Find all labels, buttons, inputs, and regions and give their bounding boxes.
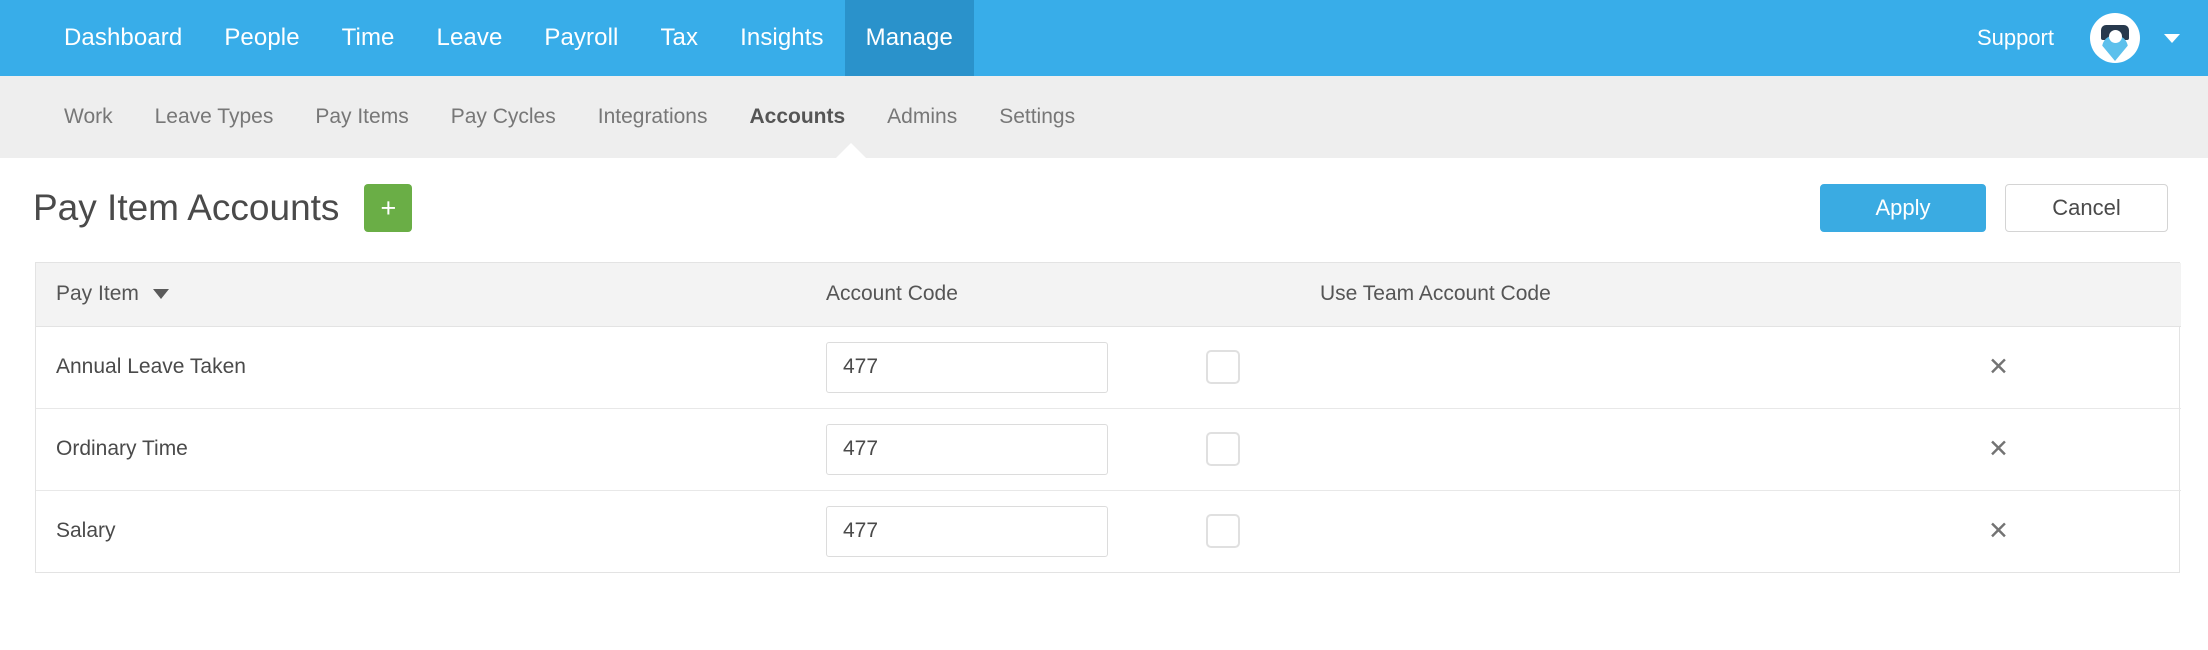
- account-code-input[interactable]: [826, 341, 1108, 393]
- subnav-item-pay-cycles[interactable]: Pay Cycles: [430, 105, 577, 129]
- account-code-input[interactable]: [826, 505, 1108, 557]
- table-header: Pay Item Account Code Use Team Account C…: [36, 263, 2181, 327]
- cell-actions: ✕: [1826, 326, 2181, 409]
- account-code-input[interactable]: [826, 423, 1108, 475]
- column-header-use-team-account-code: Use Team Account Code: [1186, 263, 1826, 327]
- nav-item-insights[interactable]: Insights: [719, 0, 845, 76]
- column-header-pay-item[interactable]: Pay Item: [36, 263, 806, 327]
- page-header-actions: Apply Cancel: [1820, 184, 2168, 232]
- cell-account-code: [806, 408, 1186, 491]
- table-row: Ordinary Time ✕: [36, 408, 2181, 491]
- nav-item-time[interactable]: Time: [321, 0, 416, 76]
- page-title: Pay Item Accounts: [33, 187, 340, 228]
- avatar-face-shape: [2109, 30, 2122, 43]
- apply-button[interactable]: Apply: [1820, 184, 1986, 232]
- cell-account-code: [806, 490, 1186, 572]
- delete-row-button[interactable]: ✕: [1846, 516, 2181, 545]
- cell-pay-item-name: Annual Leave Taken: [36, 326, 806, 409]
- table-row: Salary ✕: [36, 490, 2181, 572]
- column-header-account-code: Account Code: [806, 263, 1186, 327]
- table-header-row: Pay Item Account Code Use Team Account C…: [36, 263, 2181, 327]
- secondary-nav-items: Work Leave Types Pay Items Pay Cycles Integr…: [43, 105, 1096, 129]
- secondary-navigation-bar: Work Leave Types Pay Items Pay Cycles Integr…: [0, 76, 2208, 158]
- user-avatar-icon[interactable]: [2090, 13, 2140, 63]
- cell-pay-item-name: Salary: [56, 519, 116, 543]
- sort-descending-caret-icon[interactable]: [152, 289, 169, 300]
- add-pay-item-account-button[interactable]: +: [364, 184, 413, 232]
- primary-nav-right: Support: [1977, 0, 2208, 76]
- column-header-actions: [1826, 263, 2181, 327]
- chevron-down-icon[interactable]: [2164, 33, 2180, 43]
- use-team-account-code-checkbox[interactable]: [1206, 514, 1240, 549]
- nav-item-tax[interactable]: Tax: [639, 0, 719, 76]
- nav-item-leave[interactable]: Leave: [416, 0, 524, 76]
- nav-item-payroll[interactable]: Payroll: [523, 0, 639, 76]
- subnav-item-accounts[interactable]: Accounts: [728, 105, 866, 129]
- table-body: Annual Leave Taken ✕ Ordinary Time ✕ Salary ✕: [36, 326, 2181, 572]
- primary-nav-items: Dashboard People Time Leave Payroll Tax Insigh…: [43, 0, 974, 76]
- subnav-item-leave-types[interactable]: Leave Types: [134, 105, 295, 129]
- subnav-item-work[interactable]: Work: [43, 105, 134, 129]
- column-header-pay-item-label: Pay Item: [56, 282, 139, 306]
- subnav-item-pay-items[interactable]: Pay Items: [294, 105, 429, 129]
- pay-item-accounts-table: Pay Item Account Code Use Team Account C…: [36, 263, 2181, 572]
- cell-use-team-account-code: [1186, 326, 1826, 409]
- cell-use-team-account-code: [1186, 490, 1826, 572]
- close-icon: ✕: [1988, 516, 2009, 545]
- page-header: Pay Item Accounts + Apply Cancel: [0, 158, 2208, 258]
- use-team-account-code-checkbox[interactable]: [1206, 350, 1240, 384]
- cell-actions: ✕: [1826, 490, 2181, 572]
- nav-item-people[interactable]: People: [203, 0, 320, 76]
- subnav-item-settings[interactable]: Settings: [978, 105, 1096, 129]
- use-team-account-code-checkbox[interactable]: [1206, 432, 1240, 466]
- cell-pay-item-name: Ordinary Time: [36, 408, 806, 491]
- subnav-item-admins[interactable]: Admins: [866, 105, 978, 129]
- pay-item-accounts-table-wrapper: Pay Item Account Code Use Team Account C…: [35, 262, 2181, 573]
- active-tab-pointer-icon: [836, 143, 866, 158]
- delete-row-button[interactable]: ✕: [1846, 352, 2181, 381]
- delete-row-button[interactable]: ✕: [1846, 434, 2181, 463]
- nav-item-manage[interactable]: Manage: [844, 0, 974, 76]
- close-icon: ✕: [1988, 434, 2009, 463]
- close-icon: ✕: [1988, 352, 2009, 381]
- table-row: Annual Leave Taken ✕: [36, 326, 2181, 409]
- cell-use-team-account-code: [1186, 408, 1826, 491]
- cell-account-code: [806, 326, 1186, 409]
- nav-item-dashboard[interactable]: Dashboard: [43, 0, 203, 76]
- primary-navigation-bar: Dashboard People Time Leave Payroll Tax Insigh…: [0, 0, 2208, 76]
- cell-actions: ✕: [1826, 408, 2181, 491]
- cancel-button[interactable]: Cancel: [2005, 184, 2168, 232]
- support-link[interactable]: Support: [1977, 25, 2054, 51]
- subnav-item-integrations[interactable]: Integrations: [577, 105, 729, 129]
